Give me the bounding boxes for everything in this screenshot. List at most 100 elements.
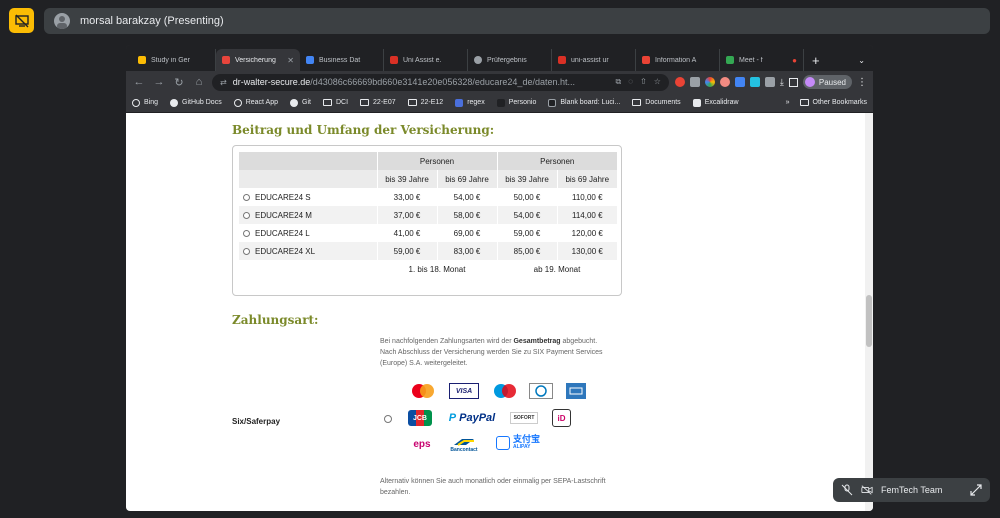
url-path: /d43086c66669bd660e3141e20e056328/educar…: [310, 77, 575, 87]
folder-icon: [632, 99, 642, 106]
tab-6[interactable]: Information A: [636, 49, 720, 71]
table-row[interactable]: EDUCARE24 S 33,00 € 54,00 € 50,00 € 110,…: [239, 188, 617, 206]
expand-icon[interactable]: [970, 484, 982, 496]
plan-radio-l[interactable]: [243, 229, 250, 237]
extension-palette-icon[interactable]: [719, 77, 730, 87]
bookmark-regex[interactable]: regex: [455, 98, 485, 107]
extension-blue-icon[interactable]: [734, 77, 745, 87]
tab-7[interactable]: Meet - f ●: [720, 49, 804, 71]
page-scrollbar[interactable]: [865, 113, 873, 511]
tab-favicon: [474, 56, 482, 64]
extensions-row: ⤓ Paused ⋮: [674, 75, 867, 89]
bookmark-git[interactable]: Git: [290, 98, 311, 107]
github-icon: [170, 98, 179, 107]
sub-header: bis 39 Jahre: [496, 170, 557, 188]
sub-header: bis 39 Jahre: [376, 170, 437, 188]
browser-menu-icon[interactable]: ⋮: [857, 77, 867, 88]
tab-favicon: [726, 56, 734, 64]
forward-arrow-icon[interactable]: →: [152, 75, 166, 89]
home-icon[interactable]: ⌂: [192, 75, 206, 89]
bookmark-github-docs[interactable]: GitHub Docs: [170, 98, 222, 107]
amex-logo: [566, 383, 586, 399]
extension-gray-icon[interactable]: [689, 77, 700, 87]
plan-radio-xl[interactable]: [243, 247, 250, 255]
bookmark-personio[interactable]: Personio: [496, 98, 536, 107]
table-row[interactable]: EDUCARE24 M 37,00 € 58,00 € 54,00 € 114,…: [239, 206, 617, 224]
tab-favicon: [390, 56, 398, 64]
excalidraw-icon: [692, 98, 701, 107]
paypal-logo: P PayPal: [448, 412, 496, 424]
bookmark-excalidraw[interactable]: Excalidraw: [692, 98, 739, 107]
tab-search-icon[interactable]: ⌄: [858, 56, 865, 65]
lucid-icon: [548, 98, 557, 107]
payment-method-radio[interactable]: [384, 415, 392, 423]
table-row[interactable]: EDUCARE24 XL 59,00 € 83,00 € 85,00 € 130…: [239, 242, 617, 260]
camera-off-icon: [861, 484, 873, 496]
tab-5[interactable]: uni-assist ur: [552, 49, 636, 71]
period-first-months: 1. bis 18. Monat: [377, 260, 497, 278]
pricing-table: Personen Personen bis 39 Jahre bis 69 Ja…: [239, 152, 617, 278]
stop-presenting-icon[interactable]: [9, 8, 34, 33]
alipay-logo: 支付宝 ALIPAY: [490, 435, 546, 451]
period-later-months: ab 19. Monat: [497, 260, 617, 278]
tab-2[interactable]: Business Dat: [300, 49, 384, 71]
plan-radio-m[interactable]: [243, 211, 250, 219]
bookmark-folder-documents[interactable]: Documents: [632, 99, 681, 106]
browser-toolbar: ← → ↻ ⌂ ⇄ dr-walter-secure.de/d43086c666…: [126, 71, 873, 93]
bancontact-icon: [454, 439, 474, 446]
bookmark-folder-22-e12[interactable]: 22-E12: [407, 99, 443, 106]
bookmarks-bar: Bing GitHub Docs React App Git DCI 22-E0…: [126, 93, 873, 113]
mic-off-icon: [841, 484, 853, 496]
visa-logo: VISA: [449, 383, 479, 399]
more-bookmarks-button[interactable]: »: [786, 99, 790, 106]
payment-section-heading: Zahlungsart:: [232, 313, 319, 327]
side-panel-icon[interactable]: [788, 77, 798, 87]
new-tab-button[interactable]: +: [812, 53, 820, 68]
bookmark-folder-22-e07[interactable]: 22-E07: [360, 99, 396, 106]
mastercard-logo: [408, 383, 438, 399]
other-bookmarks-folder[interactable]: Other Bookmarks: [799, 99, 867, 106]
pricing-box: Personen Personen bis 39 Jahre bis 69 Ja…: [232, 145, 622, 296]
table-row[interactable]: EDUCARE24 L 41,00 € 69,00 € 59,00 € 120,…: [239, 224, 617, 242]
extension-cyan-icon[interactable]: [749, 77, 760, 87]
tab-0[interactable]: Study in Ger: [132, 49, 216, 71]
translate-icon[interactable]: ⧉: [616, 77, 622, 87]
bookmark-folder-dci[interactable]: DCI: [322, 99, 348, 106]
tab-favicon: [138, 56, 146, 64]
payment-method-label: Six/Saferpay: [232, 417, 281, 426]
folder-icon: [799, 99, 809, 106]
scrollbar-thumb[interactable]: [866, 295, 872, 347]
tab-4[interactable]: Prüfergebnis: [468, 49, 552, 71]
extension-color-icon[interactable]: [704, 77, 715, 87]
extensions-puzzle-icon[interactable]: [764, 77, 775, 87]
participant-name: FemTech Team: [881, 485, 943, 495]
ideal-logo: iD: [552, 409, 571, 427]
reload-icon[interactable]: ↻: [172, 75, 186, 89]
bookmark-blank-board[interactable]: Blank board: Luci...: [548, 98, 620, 107]
tab-strip: Study in Ger Versicherung ✕ Business Dat …: [126, 45, 873, 71]
extension-red-icon[interactable]: [674, 77, 685, 87]
bookmark-react-app[interactable]: React App: [233, 98, 278, 107]
bookmark-bing[interactable]: Bing: [132, 98, 158, 107]
profile-avatar: [804, 77, 815, 87]
participant-tile[interactable]: FemTech Team: [833, 478, 990, 502]
bookmark-star-icon[interactable]: ☆: [654, 77, 661, 87]
plan-radio-s[interactable]: [243, 193, 250, 201]
diners-club-logo: [528, 383, 554, 399]
insurance-section-heading: Beitrag und Umfang der Versicherung:: [232, 123, 495, 137]
address-bar[interactable]: ⇄ dr-walter-secure.de/d43086c66669bd660e…: [212, 73, 669, 91]
paypal-icon: P: [448, 412, 457, 424]
tab-1[interactable]: Versicherung ✕: [216, 49, 300, 71]
profile-paused-button[interactable]: Paused: [802, 75, 852, 89]
tab-3[interactable]: Uni Assist e.: [384, 49, 468, 71]
eye-off-icon[interactable]: ◌: [628, 77, 633, 87]
share-icon[interactable]: ⇧: [640, 77, 647, 87]
site-info-icon[interactable]: ⇄: [220, 78, 227, 87]
close-tab-icon[interactable]: ✕: [287, 56, 294, 65]
download-icon[interactable]: ⤓: [780, 77, 784, 88]
presenter-name: morsal barakzay (Presenting): [80, 15, 224, 27]
tab-favicon: [558, 56, 566, 64]
sofort-logo: SOFORT: [510, 412, 538, 424]
maestro-logo: [490, 383, 520, 399]
back-arrow-icon[interactable]: ←: [132, 75, 146, 89]
